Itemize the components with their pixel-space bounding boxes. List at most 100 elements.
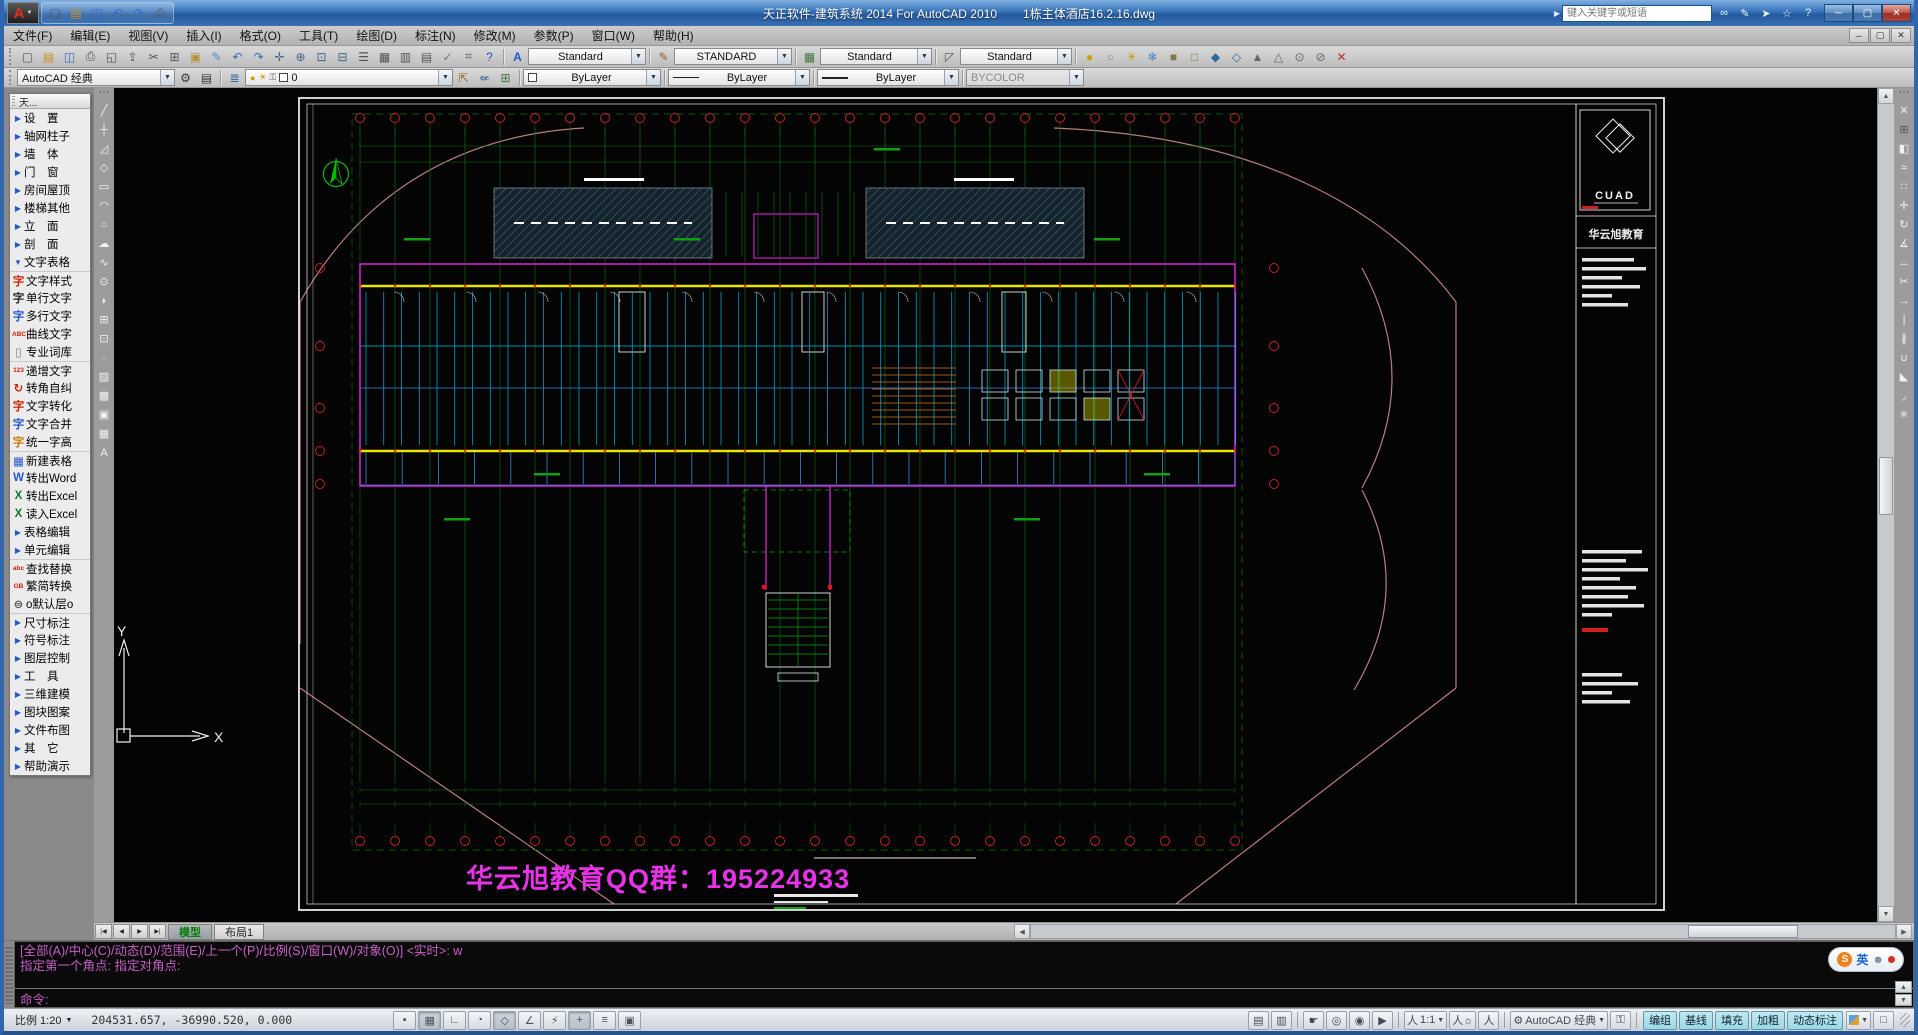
sidebar-item-文字样式[interactable]: 字文字样式 bbox=[10, 271, 90, 289]
command-history[interactable]: [全部(A)/中心(C)/动态(D)/范围(E)/上一个(P)/比例(S)/窗口… bbox=[15, 942, 1913, 988]
cut-icon[interactable]: ✂ bbox=[143, 48, 164, 66]
mtext-icon[interactable]: A bbox=[95, 443, 113, 462]
undo-icon[interactable]: ↶ bbox=[227, 48, 248, 66]
insert-block-icon[interactable]: ⊞ bbox=[95, 310, 113, 329]
sidebar-item-曲线文字[interactable]: ABC曲线文字 bbox=[10, 325, 90, 343]
sidebar-item-符号标注[interactable]: ▶符号标注 bbox=[10, 631, 90, 649]
scroll-down-icon[interactable]: ▼ bbox=[1878, 906, 1894, 922]
layer-on-icon[interactable]: ● bbox=[1079, 48, 1100, 66]
sidebar-item-文字转化[interactable]: 字文字转化 bbox=[10, 397, 90, 415]
sidebar-item-专业词库[interactable]: ▯专业词库 bbox=[10, 343, 90, 361]
sidebar-item-递增文字[interactable]: 123递增文字 bbox=[10, 361, 90, 379]
sidebar-item-其它[interactable]: ▶其 它 bbox=[10, 739, 90, 757]
layer-properties-icon[interactable]: ≣ bbox=[224, 69, 245, 87]
layer-previous-icon[interactable]: ⇍ bbox=[474, 69, 495, 87]
lineweight-combo[interactable]: ByLayer ▼ bbox=[817, 69, 959, 86]
mirror-icon[interactable]: ◧ bbox=[1895, 139, 1913, 158]
sidebar-item-图层控制[interactable]: ▶图层控制 bbox=[10, 649, 90, 667]
fillet-icon[interactable]: ◞ bbox=[1895, 386, 1913, 405]
first-tab-icon[interactable]: |◀ bbox=[95, 924, 112, 939]
doc-minimize-button[interactable]: ─ bbox=[1849, 28, 1869, 43]
acad-logo-button[interactable]: A▼ bbox=[7, 2, 39, 24]
trim-icon[interactable]: ✂ bbox=[1895, 272, 1913, 291]
join-icon[interactable]: ∪ bbox=[1895, 348, 1913, 367]
showmotion-icon[interactable]: ▶ bbox=[1372, 1011, 1393, 1030]
layer-delete-icon[interactable]: ✕ bbox=[1331, 48, 1352, 66]
zoom-window-icon[interactable]: ⊡ bbox=[311, 48, 332, 66]
chevron-down-icon[interactable]: ▼ bbox=[777, 49, 791, 64]
plot-icon[interactable]: ⎙ bbox=[80, 48, 101, 66]
help-icon[interactable]: ? bbox=[1799, 4, 1817, 22]
sidebar-item-繁简转换[interactable]: GB繁简转换 bbox=[10, 577, 90, 595]
sidebar-item-转出Word[interactable]: W转出Word bbox=[10, 469, 90, 487]
ime-logo-icon[interactable]: S bbox=[1837, 952, 1852, 967]
plot-icon[interactable]: ⎙ bbox=[150, 4, 170, 23]
horizontal-scrollbar[interactable]: ◀ ▶ bbox=[1014, 924, 1912, 940]
otrack-icon[interactable]: ∠ bbox=[518, 1011, 541, 1030]
menu-视图V[interactable]: 视图(V) bbox=[119, 27, 177, 44]
sidebar-item-单行文字[interactable]: 字单行文字 bbox=[10, 289, 90, 307]
redo-icon[interactable]: ↷ bbox=[129, 4, 149, 23]
vertical-scroll-thumb[interactable] bbox=[1879, 457, 1893, 515]
scale-button[interactable]: 比例 1:20▼ bbox=[8, 1011, 79, 1030]
binoculars-search-icon[interactable]: ∞ bbox=[1715, 4, 1733, 22]
maximize-button[interactable]: ▢ bbox=[1853, 4, 1882, 22]
multileader-style-combo[interactable]: Standard▼ bbox=[960, 48, 1072, 65]
menu-标注N[interactable]: 标注(N) bbox=[406, 27, 465, 44]
sidebar-item-转出Excel[interactable]: X转出Excel bbox=[10, 487, 90, 505]
markup-icon[interactable]: ✓ bbox=[437, 48, 458, 66]
rotate-icon[interactable]: ↻ bbox=[1895, 215, 1913, 234]
arc-icon[interactable]: ◠ bbox=[95, 196, 113, 215]
doc-restore-button[interactable]: ▢ bbox=[1870, 28, 1890, 43]
close-button[interactable]: ✕ bbox=[1882, 4, 1911, 22]
explode-icon[interactable]: ✳ bbox=[1895, 405, 1913, 424]
sidebar-item-单元编辑[interactable]: ▶单元编辑 bbox=[10, 541, 90, 559]
scale-icon[interactable]: ∡ bbox=[1895, 234, 1913, 253]
gradient-icon[interactable]: ▩ bbox=[95, 386, 113, 405]
toggle-动态标注[interactable]: 动态标注 bbox=[1787, 1011, 1843, 1030]
ortho-icon[interactable]: ∟ bbox=[443, 1011, 466, 1030]
layer-unlock-icon[interactable]: □ bbox=[1184, 48, 1205, 66]
toggle-基线[interactable]: 基线 bbox=[1679, 1011, 1713, 1030]
qp-icon[interactable]: ▣ bbox=[618, 1011, 641, 1030]
minimize-button[interactable]: ─ bbox=[1824, 4, 1853, 22]
open-icon[interactable]: ▤ bbox=[38, 48, 59, 66]
lwt-icon[interactable]: ≡ bbox=[593, 1011, 616, 1030]
color-combo[interactable]: ByLayer ▼ bbox=[523, 69, 661, 86]
layer-thaw-icon[interactable]: ☀ bbox=[1121, 48, 1142, 66]
menu-工具T[interactable]: 工具(T) bbox=[290, 27, 347, 44]
move-icon[interactable]: ✛ bbox=[1895, 196, 1913, 215]
dyn-icon[interactable]: + bbox=[568, 1011, 591, 1030]
toolbar-lock-icon[interactable]: ⚿ bbox=[1610, 1011, 1631, 1030]
sidebar-item-文字合并[interactable]: 字文字合并 bbox=[10, 415, 90, 433]
command-scroll-up-icon[interactable]: ▲ bbox=[1895, 981, 1912, 993]
paste-icon[interactable]: ▣ bbox=[185, 48, 206, 66]
menu-插入I[interactable]: 插入(I) bbox=[177, 27, 230, 44]
workspace-settings-gear-icon[interactable]: ⚙ bbox=[175, 69, 196, 87]
model-space-viewport[interactable]: CUAD 华云旭教育 bbox=[114, 88, 1877, 922]
command-window-grip[interactable] bbox=[5, 945, 13, 1004]
table-icon[interactable]: ▦ bbox=[95, 424, 113, 443]
communication-center-icon[interactable]: ✎ bbox=[1736, 4, 1754, 22]
sheetset-icon[interactable]: ▤ bbox=[416, 48, 437, 66]
copy-icon[interactable]: ⊞ bbox=[1895, 120, 1913, 139]
osnap-icon[interactable]: ◇ bbox=[493, 1011, 516, 1030]
save-icon[interactable]: ◫ bbox=[87, 4, 107, 23]
snap-icon[interactable]: ▪ bbox=[393, 1011, 416, 1030]
annotation-scale-button[interactable]: 人 1:1 ▼ bbox=[1404, 1011, 1447, 1030]
extend-icon[interactable]: → bbox=[1895, 291, 1913, 310]
stretch-icon[interactable]: ↔ bbox=[1895, 253, 1913, 272]
model-space-button[interactable]: ▤ bbox=[1248, 1011, 1269, 1030]
zoom-icon[interactable]: ◎ bbox=[1326, 1011, 1347, 1030]
text-style-icon[interactable]: A bbox=[507, 48, 528, 66]
linetype-combo[interactable]: ByLayer ▼ bbox=[668, 69, 810, 86]
next-tab-icon[interactable]: ▶ bbox=[131, 924, 148, 939]
zoom-previous-icon[interactable]: ⊟ bbox=[332, 48, 353, 66]
annotation-autoscale-button[interactable]: 人 bbox=[1478, 1011, 1499, 1030]
toolbar-grip[interactable] bbox=[1899, 91, 1909, 99]
pan-icon[interactable]: ✛ bbox=[269, 48, 290, 66]
new-icon[interactable]: ▢ bbox=[17, 48, 38, 66]
menu-文件F[interactable]: 文件(F) bbox=[4, 27, 61, 44]
construction-line-icon[interactable]: ┼ bbox=[95, 120, 113, 139]
tab-layout1[interactable]: 布局1 bbox=[214, 924, 264, 940]
